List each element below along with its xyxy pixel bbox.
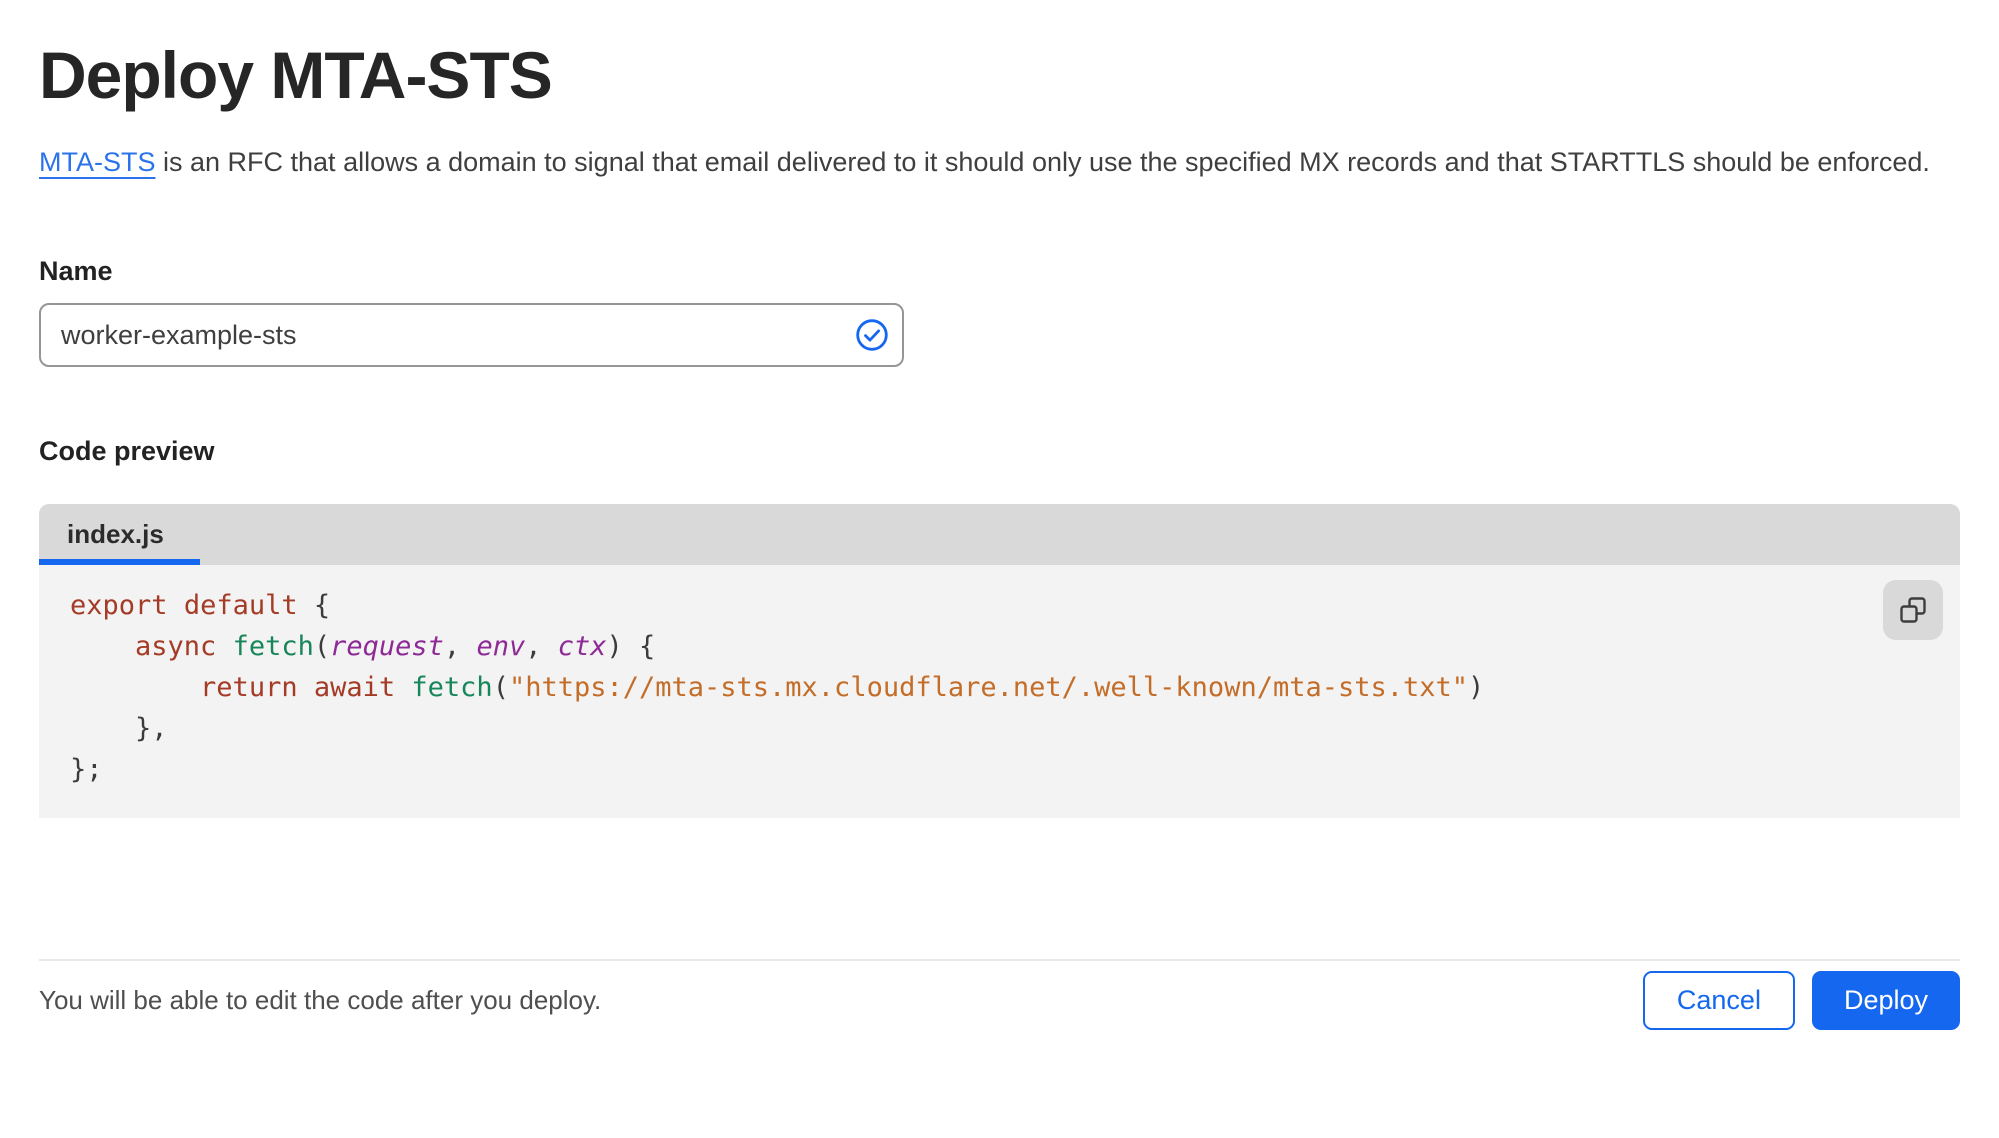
code-token: ctx [557,631,607,662]
code-token: return [200,672,298,703]
intro-text: is an RFC that allows a domain to signal… [155,147,1930,177]
code-token: ( [492,672,509,703]
code-tab-bar: index.js [39,504,1960,565]
code-preview-card: index.js export default { async fetch(re… [39,504,1960,818]
code-token: await [313,672,396,703]
code-line: }; [70,749,1960,790]
name-field: Name [39,255,1960,367]
code-line: export default { [70,585,1960,626]
code-token: async [135,631,217,662]
code-token: , [525,631,558,662]
code-preview-label: Code preview [39,436,215,466]
code-token: fetch [411,672,493,703]
footer-divider [39,959,1960,961]
code-token: ) [1468,672,1485,703]
code-line: return await fetch("https://mta-sts.mx.c… [70,667,1960,708]
code-token: ( [313,631,331,662]
code-token: env [476,631,526,662]
copy-code-button[interactable] [1883,580,1943,640]
code-token: default [183,590,298,621]
code-token: "https://mta-sts.mx.cloudflare.net/.well… [508,672,1469,703]
footer-actions: Cancel Deploy [1642,971,1960,1030]
name-input[interactable] [39,303,904,367]
copy-icon [1900,597,1926,623]
code-token: }, [70,713,168,744]
code-token: { [297,590,331,621]
code-line: }, [70,708,1960,749]
footer-bar: You will be able to edit the code after … [39,971,1960,1030]
name-label: Name [39,256,113,286]
code-token: }; [70,754,103,785]
code-token: fetch [232,631,314,662]
mta-sts-link[interactable]: MTA-STS [39,147,156,177]
code-token: ) { [606,631,656,662]
code-token: export [70,590,168,621]
deploy-note: You will be able to edit the code after … [39,985,602,1015]
code-editor: export default { async fetch(request, en… [39,565,1960,818]
code-line: async fetch(request, env, ctx) { [70,626,1960,667]
tab-index-js[interactable]: index.js [39,504,200,565]
code-token: , [443,631,477,662]
page-title: Deploy MTA-STS [39,38,553,112]
deploy-mta-sts-page: Deploy MTA-STS MTA-STS is an RFC that al… [0,0,1999,1138]
tab-label: index.js [67,519,164,549]
code-lines: export default { async fetch(request, en… [70,585,1960,790]
intro-paragraph: MTA-STS is an RFC that allows a domain t… [39,140,1934,185]
name-input-wrapper [39,303,904,367]
code-token: request [330,631,444,662]
check-circle-icon [856,319,888,351]
deploy-button[interactable]: Deploy [1811,971,1960,1030]
cancel-button[interactable]: Cancel [1642,971,1795,1030]
